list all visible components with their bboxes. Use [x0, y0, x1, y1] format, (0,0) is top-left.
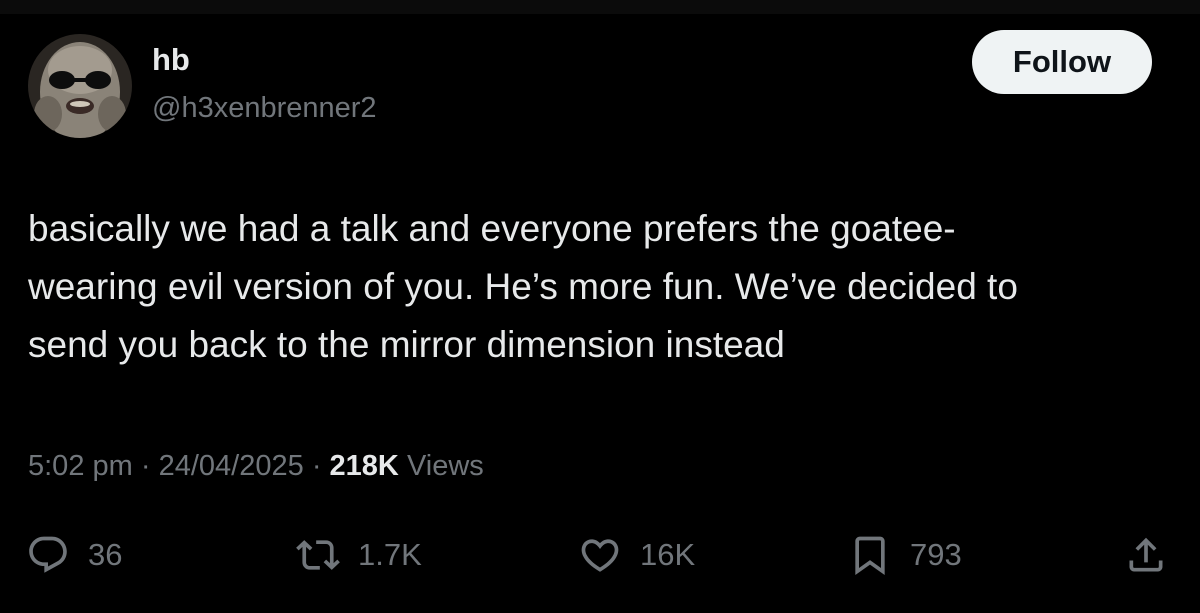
like-count: 16K — [640, 537, 696, 572]
heart-icon — [581, 539, 619, 572]
user-handle[interactable]: @h3xenbrenner2 — [152, 88, 377, 128]
meta-separator: · — [311, 450, 322, 482]
tweet-text: basically we had a talk and everyone pre… — [28, 200, 1178, 374]
repost-button[interactable]: 1.7K — [296, 525, 422, 585]
action-bar: 36 1.7K 16K 793 — [0, 525, 1200, 585]
bookmark-button[interactable]: 793 — [848, 525, 962, 585]
follow-button[interactable]: Follow — [972, 30, 1152, 94]
repost-count: 1.7K — [358, 537, 422, 572]
tweet-time[interactable]: 5:02 pm — [28, 450, 133, 482]
repost-icon — [296, 540, 340, 570]
bookmark-count: 793 — [910, 537, 962, 572]
share-icon — [1129, 537, 1163, 572]
avatar-image — [28, 34, 132, 138]
meta-separator: · — [140, 450, 151, 482]
tweet-line: send you back to the mirror dimension in… — [28, 324, 785, 365]
tweet-line: basically we had a talk and everyone pre… — [28, 208, 956, 249]
display-name[interactable]: hb — [152, 40, 190, 80]
like-button[interactable]: 16K — [578, 525, 695, 585]
top-edge — [0, 0, 1200, 14]
tweet-line: wearing evil version of you. He’s more f… — [28, 266, 1018, 307]
reply-button[interactable]: 36 — [26, 525, 122, 585]
reply-count: 36 — [88, 537, 123, 572]
avatar[interactable] — [28, 34, 132, 138]
share-button[interactable] — [1124, 525, 1168, 585]
views-count: 218K — [329, 450, 399, 482]
bookmark-icon — [855, 536, 885, 576]
tweet-metadata: 5:02 pm · 24/04/2025 · 218K Views — [28, 446, 484, 486]
tweet-date[interactable]: 24/04/2025 — [159, 450, 304, 482]
views-label: Views — [406, 450, 484, 482]
reply-icon — [29, 536, 67, 573]
